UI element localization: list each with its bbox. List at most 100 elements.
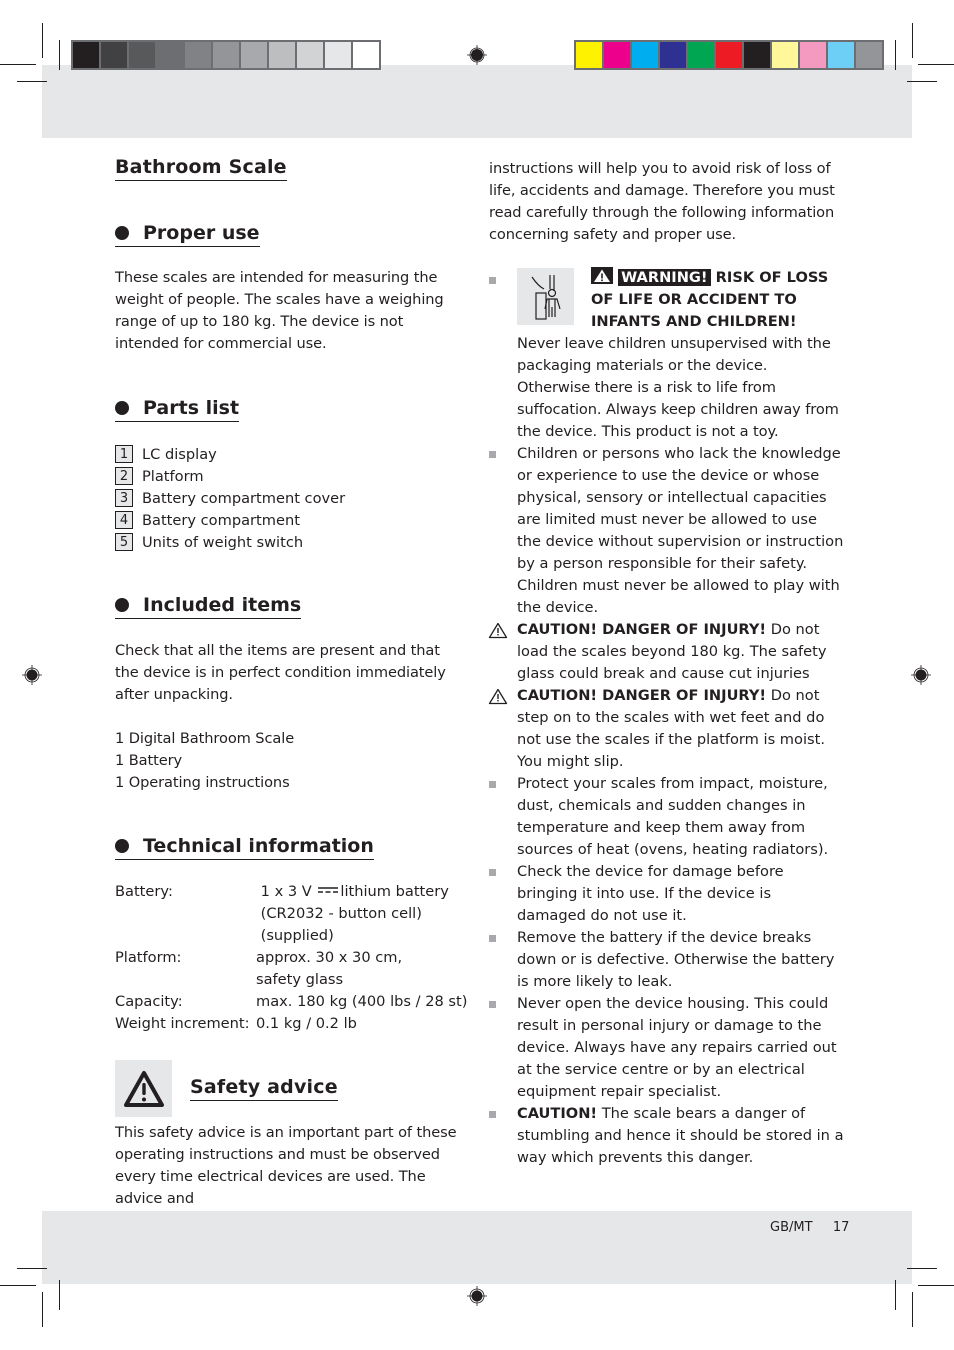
part-number: 1 xyxy=(115,445,133,463)
spec-value: 1 x 3 V lithium battery (CR2032 - button… xyxy=(256,881,475,947)
caution-triangle-icon xyxy=(488,622,508,639)
page-title: Bathroom Scale xyxy=(115,155,287,181)
part-number: 3 xyxy=(115,489,133,507)
safety-list-item: CAUTION! The scale bears a danger of stu… xyxy=(489,1103,844,1169)
section-heading-text: Technical information xyxy=(143,835,374,857)
crop-mark xyxy=(42,23,43,58)
safety-advice-heading-block: Safety advice xyxy=(190,1075,338,1101)
spec-value-line: 1 x 3 V xyxy=(260,883,312,900)
included-item: 1 Battery xyxy=(115,752,183,769)
color-swatch xyxy=(716,42,742,68)
color-swatch xyxy=(269,42,295,68)
direct-current-icon xyxy=(318,887,339,893)
bullet-square-icon xyxy=(489,935,496,942)
caution-label: CAUTION! DANGER OF INJURY! xyxy=(517,687,767,704)
included-item: 1 Operating instructions xyxy=(115,774,290,791)
part-label: Platform xyxy=(142,467,204,485)
crop-mark xyxy=(912,1292,913,1327)
registration-mark-icon xyxy=(911,665,931,685)
safety-continued-text: instructions will help you to avoid risk… xyxy=(489,160,835,243)
warning-triangle-icon xyxy=(591,267,613,284)
section-heading-text: Included items xyxy=(143,594,302,616)
page-number: 17 xyxy=(832,1220,850,1235)
part-number: 4 xyxy=(115,511,133,529)
color-swatch xyxy=(241,42,267,68)
crop-mark xyxy=(895,40,896,70)
parts-list-item: 3 Battery compartment cover xyxy=(115,487,465,509)
bullet-text: Remove the battery if the device breaks … xyxy=(517,929,835,990)
color-swatch xyxy=(856,42,882,68)
color-swatch xyxy=(576,42,602,68)
caution-list-item: CAUTION! DANGER OF INJURY! Do not load t… xyxy=(488,619,844,685)
child-safety-icon xyxy=(531,274,561,320)
bullet-square-icon xyxy=(489,451,496,458)
color-swatch xyxy=(185,42,211,68)
color-swatch xyxy=(129,42,155,68)
color-swatch xyxy=(660,42,686,68)
page-footer: GB/MT 17 xyxy=(770,1220,849,1235)
spec-value: max. 180 kg (400 lbs / 28 st) xyxy=(256,993,468,1010)
spec-value: approx. 30 x 30 cm, safety glass xyxy=(256,947,475,991)
header-band xyxy=(42,65,912,138)
bullet-square-icon xyxy=(489,781,496,788)
safety-advice-text: This safety advice is an important part … xyxy=(115,1124,457,1207)
color-swatch xyxy=(828,42,854,68)
registration-mark-icon xyxy=(467,45,487,65)
page-title-block: Bathroom Scale xyxy=(115,155,465,181)
spec-value: 0.1 kg / 0.2 lb xyxy=(256,1015,357,1032)
color-swatch xyxy=(325,42,351,68)
color-swatch xyxy=(632,42,658,68)
bullet-text: Children or persons who lack the knowled… xyxy=(517,445,844,616)
parts-list-section: Parts list xyxy=(115,396,465,422)
color-swatch xyxy=(604,42,630,68)
crop-mark xyxy=(912,23,913,58)
caution-label: CAUTION! xyxy=(517,1105,598,1122)
parts-list: 1 LC display 2 Platform 3 Battery compartme… xyxy=(115,443,465,553)
parts-list-item: 5 Units of weight switch xyxy=(115,531,465,553)
included-items-section: Included items xyxy=(115,593,465,619)
registration-mark-icon xyxy=(467,1286,487,1306)
caution-label: CAUTION! DANGER OF INJURY! xyxy=(517,621,767,638)
safety-list-item: Children or persons who lack the knowled… xyxy=(489,443,844,619)
included-items-list: 1 Digital Bathroom Scale 1 Battery 1 Ope… xyxy=(115,728,465,794)
safety-advice-heading: Safety advice xyxy=(190,1075,338,1101)
part-label: LC display xyxy=(142,445,217,463)
spec-value-line: safety glass xyxy=(256,971,344,988)
crop-mark xyxy=(907,81,937,82)
color-swatch xyxy=(353,42,379,68)
safety-list-item: Protect your scales from impact, moistur… xyxy=(489,773,844,861)
crop-mark xyxy=(895,1280,896,1310)
parts-list-item: 4 Battery compartment xyxy=(115,509,465,531)
spec-value-line: (supplied) xyxy=(260,927,334,944)
color-swatch xyxy=(213,42,239,68)
spec-label: Capacity: xyxy=(115,993,183,1010)
caution-triangle-icon xyxy=(488,688,508,705)
color-swatch xyxy=(772,42,798,68)
part-label: Battery compartment cover xyxy=(142,489,346,507)
bullet-text: Never open the device housing. This coul… xyxy=(517,995,837,1100)
cmyk-color-bar xyxy=(574,40,884,70)
part-label: Battery compartment xyxy=(142,511,300,529)
bullet-dot-icon xyxy=(115,226,129,240)
parts-list-heading: Parts list xyxy=(115,396,240,422)
spec-label: Weight increment: xyxy=(115,1015,250,1032)
spec-label: Battery: xyxy=(115,883,173,900)
included-item: 1 Digital Bathroom Scale xyxy=(115,730,295,747)
bullet-square-icon xyxy=(489,277,496,284)
bullet-text: Check the device for damage before bring… xyxy=(517,863,784,924)
bullet-dot-icon xyxy=(115,598,129,612)
child-warning-headline-block: WARNING! RISK OF LOSS OF LIFE OR ACCIDEN… xyxy=(591,267,843,333)
spec-value-line: lithium battery xyxy=(340,883,449,900)
safety-list-item: Never open the device housing. This coul… xyxy=(489,993,844,1103)
child-warning-icon-box xyxy=(517,268,574,325)
section-heading-text: Proper use xyxy=(143,222,260,244)
proper-use-text: These scales are intended for measuring … xyxy=(115,269,444,352)
proper-use-heading: Proper use xyxy=(115,221,260,247)
color-swatch xyxy=(101,42,127,68)
section-heading-text: Parts list xyxy=(143,397,240,419)
technical-information-heading: Technical information xyxy=(115,834,374,860)
color-swatch xyxy=(157,42,183,68)
technical-information-table: Battery: 1 x 3 V lithium battery (CR2032… xyxy=(115,881,475,1035)
color-swatch xyxy=(688,42,714,68)
proper-use-section: Proper use xyxy=(115,221,465,247)
